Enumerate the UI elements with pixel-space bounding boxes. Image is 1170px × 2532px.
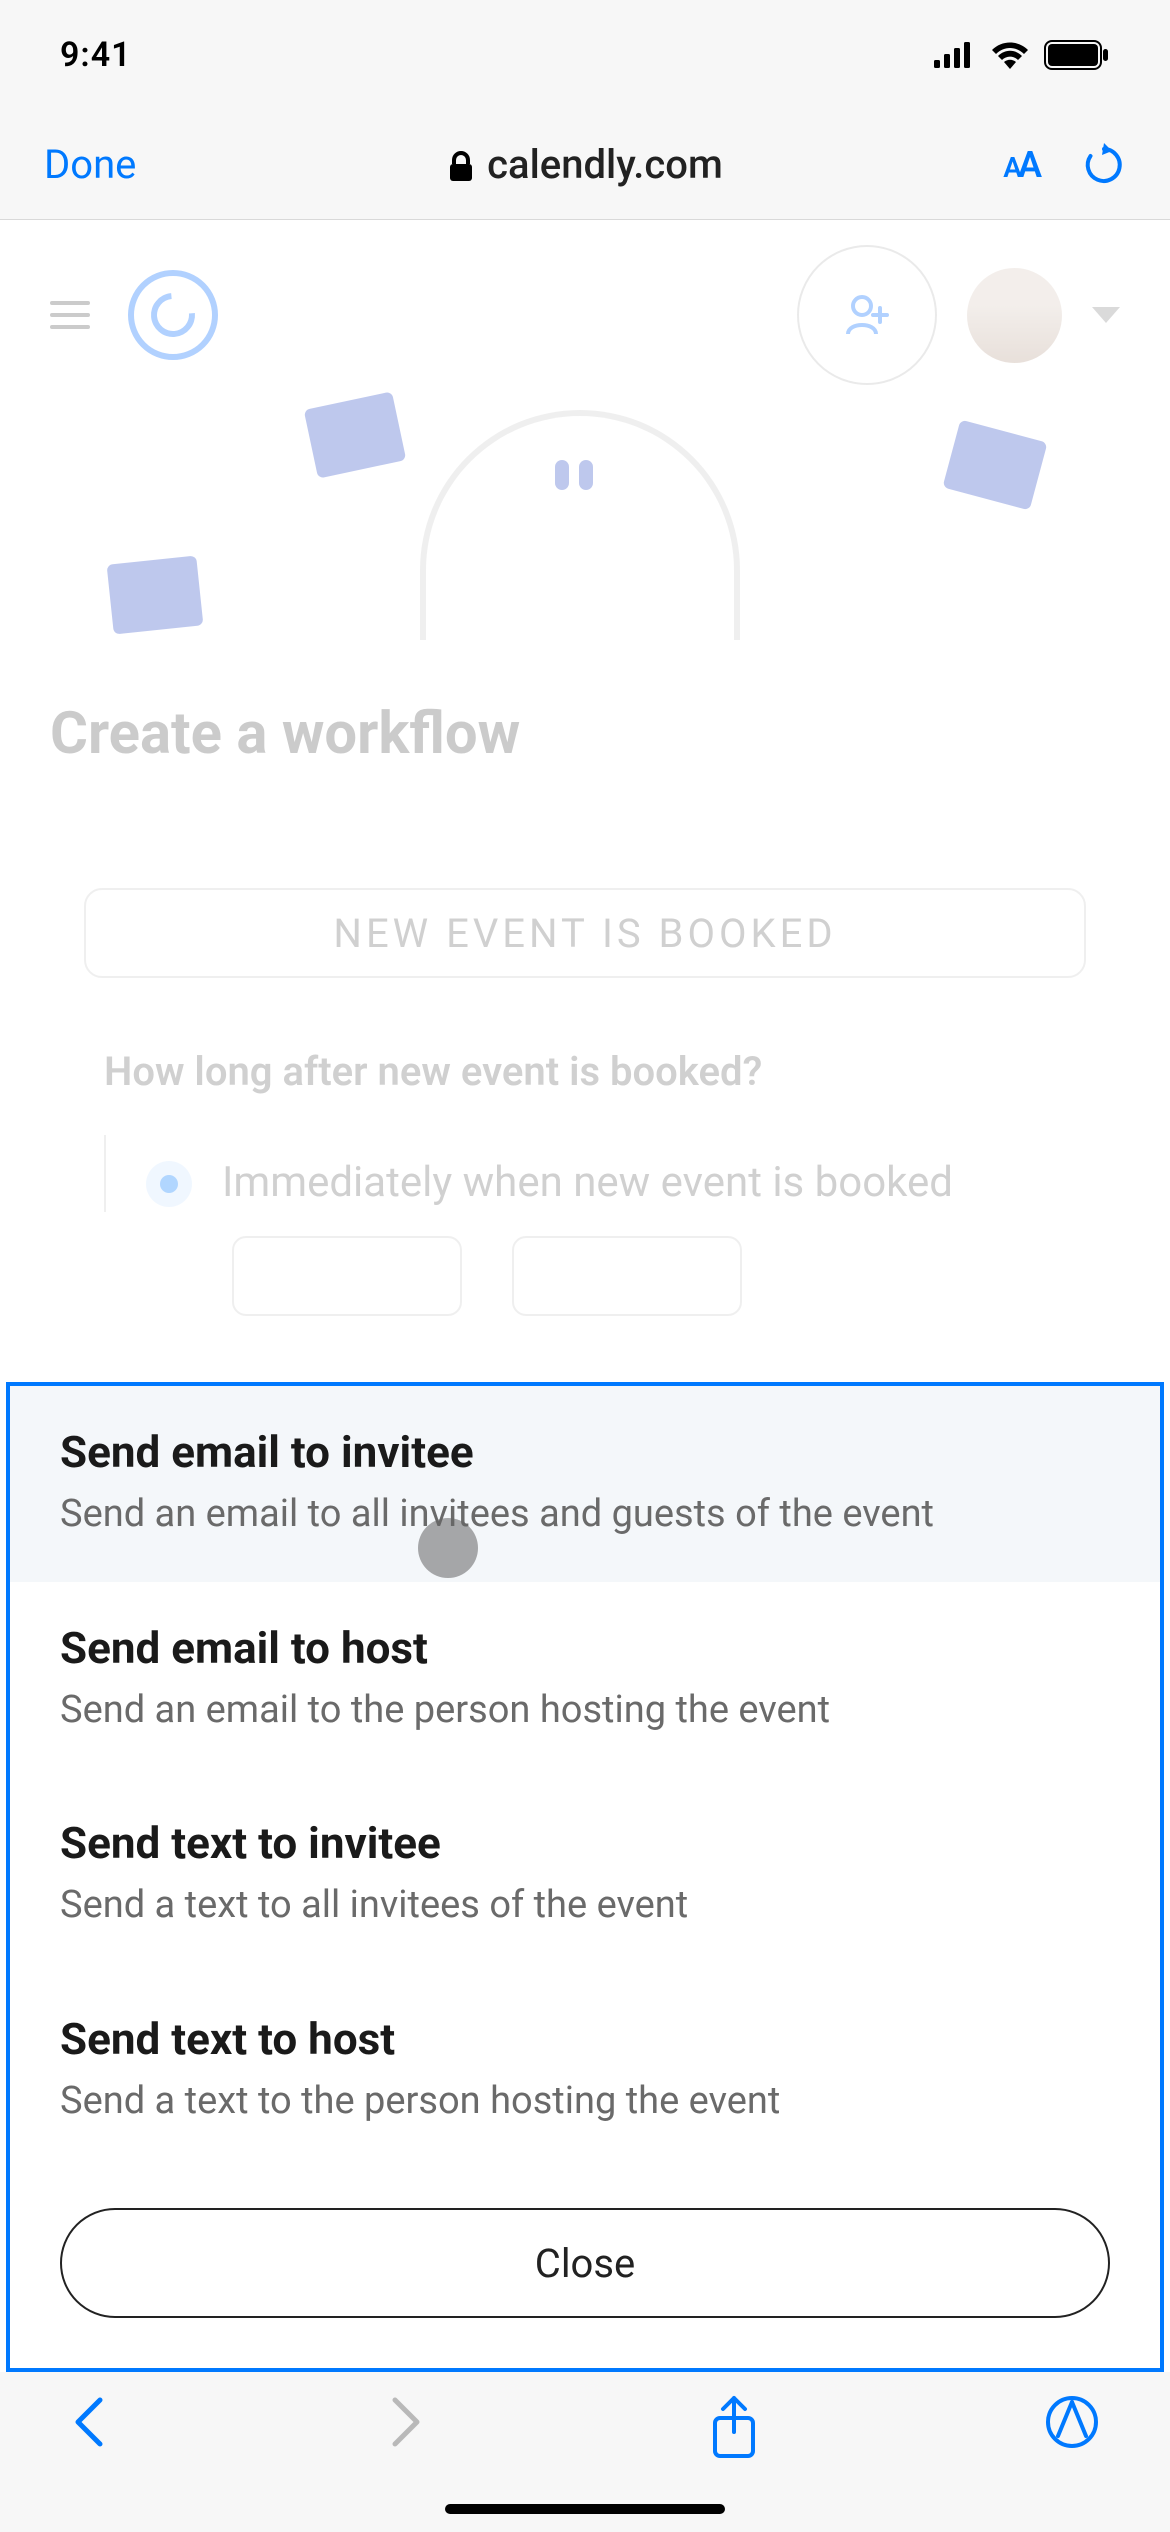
trigger-select[interactable]: New event is booked [84, 888, 1086, 978]
safari-tabs-button[interactable] [1044, 2394, 1100, 2450]
address-bar[interactable]: calendly.com [264, 141, 906, 188]
sheet-item-title: Send email to invitee [60, 1426, 1110, 1478]
url-text: calendly.com [487, 141, 723, 188]
sheet-item-send-email-invitee[interactable]: Send email to invitee Send an email to a… [10, 1386, 1160, 1581]
radio-label: Immediately when new event is booked [222, 1155, 953, 1212]
sheet-item-send-text-host[interactable]: Send text to host Send a text to the per… [10, 1973, 1160, 2168]
app-header [50, 250, 1120, 380]
sheet-item-desc: Send an email to all invitees and guests… [60, 1490, 1110, 1539]
home-indicator [445, 2504, 725, 2514]
sheet-item-title: Send email to host [60, 1622, 1110, 1674]
sheet-item-desc: Send a text to the person hosting the ev… [60, 2077, 1110, 2126]
text-size-button[interactable]: AA [1003, 144, 1038, 186]
wifi-icon [990, 41, 1030, 69]
safari-top-bar: Done calendly.com AA [0, 110, 1170, 220]
delay-amount-input[interactable] [232, 1236, 462, 1316]
sheet-item-send-text-invitee[interactable]: Send text to invitee Send a text to all … [10, 1777, 1160, 1972]
sheet-item-desc: Send a text to all invitees of the event [60, 1881, 1110, 1930]
battery-icon [1044, 40, 1110, 70]
reload-button[interactable] [1082, 143, 1126, 187]
status-bar: 9:41 [0, 0, 1170, 110]
calendly-logo[interactable] [128, 270, 218, 360]
radio-selected-icon [146, 1161, 192, 1207]
sheet-item-title: Send text to invitee [60, 1817, 1110, 1869]
nav-forward-button [389, 2394, 425, 2450]
close-button[interactable]: Close [60, 2208, 1110, 2318]
sheet-item-send-email-host[interactable]: Send email to host Send an email to the … [10, 1582, 1160, 1777]
action-sheet: Send email to invitee Send an email to a… [6, 1382, 1164, 2372]
chevron-down-icon[interactable] [1092, 307, 1120, 323]
sheet-item-desc: Send an email to the person hosting the … [60, 1686, 1110, 1735]
nav-back-button[interactable] [70, 2394, 106, 2450]
illustration [50, 400, 1120, 620]
done-button[interactable]: Done [44, 141, 244, 188]
cellular-icon [934, 42, 976, 68]
share-button[interactable] [707, 2394, 761, 2460]
radio-immediately[interactable]: Immediately when new event is booked [104, 1135, 1066, 1212]
lock-icon [447, 151, 475, 179]
page-title: Create a workflow [50, 700, 1120, 768]
avatar[interactable] [967, 268, 1062, 363]
delay-question: How long after new event is booked? [104, 1048, 1066, 1095]
sheet-item-title: Send text to host [60, 2013, 1110, 2065]
invite-user-button[interactable] [797, 245, 937, 385]
status-time: 9:41 [60, 35, 132, 75]
hamburger-menu[interactable] [50, 301, 90, 329]
delay-unit-input[interactable] [512, 1236, 742, 1316]
safari-bottom-bar [0, 2372, 1170, 2532]
delay-inputs [104, 1236, 1066, 1316]
